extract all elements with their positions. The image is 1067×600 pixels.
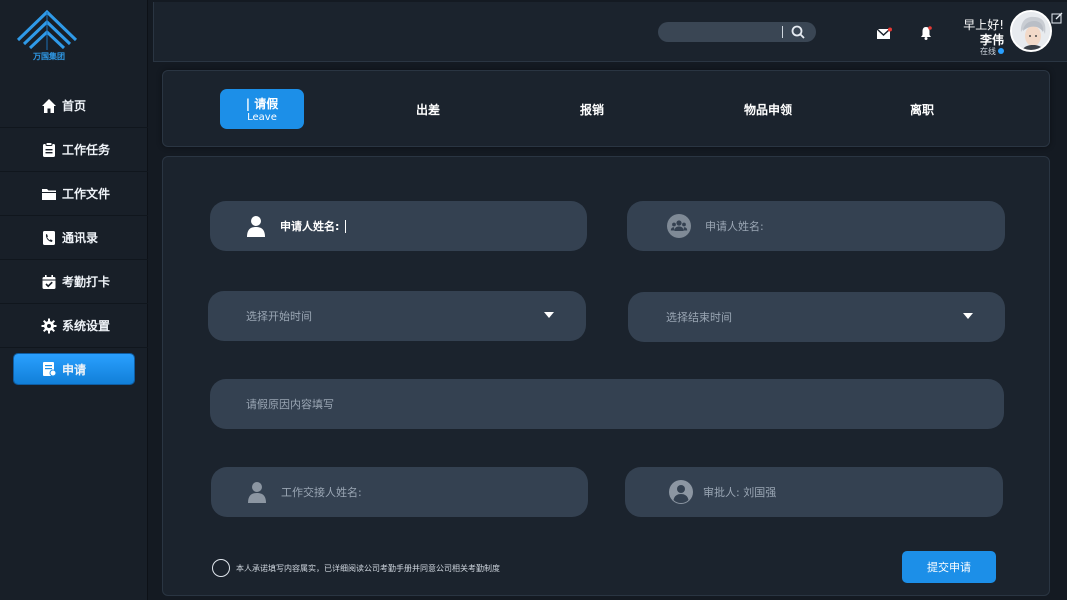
gear-icon [40,317,58,335]
tab-business-trip[interactable]: 出差 [403,89,453,129]
avatar[interactable] [1010,10,1052,52]
approver-field[interactable]: 审批人: 刘国强 [625,467,1003,517]
start-time-placeholder: 选择开始时间 [246,310,312,323]
search-icon[interactable] [790,24,806,44]
home-icon [40,97,58,115]
phone-book-icon [40,229,58,247]
handover-name-placeholder: 工作交接人姓名: [281,486,362,499]
sidebar-item-contacts[interactable]: 通讯录 [0,216,148,260]
sidebar-item-label: 申请 [62,362,87,377]
end-time-placeholder: 选择结束时间 [666,311,732,324]
sidebar-item-label: 考勤打卡 [62,275,111,289]
applicant-name-field[interactable]: 申请人姓名: [210,201,587,251]
agreement-text: 本人承诺填写内容属实，已详细阅读公司考勤手册并同意公司相关考勤制度 [236,563,500,573]
sidebar-item-files[interactable]: 工作文件 [0,172,148,216]
sidebar-item-tasks[interactable]: 工作任务 [0,128,148,172]
sidebar-item-label: 工作任务 [62,143,111,157]
clipboard-icon [40,141,58,159]
tab-sublabel: Leave [247,112,277,123]
user-icon [246,215,266,237]
search-input[interactable] [658,22,816,42]
online-status: 在线 [944,46,1004,57]
applicant-name-field-2[interactable]: 申请人姓名: [627,201,1005,251]
tab-reimbursement[interactable]: 报销 [567,89,617,129]
brand-name: 万国集团 [33,52,65,61]
mail-icon[interactable] [876,26,892,45]
sidebar-item-label: 系统设置 [62,319,111,333]
chevron-down-icon [963,313,973,319]
sidebar-item-label: 工作文件 [62,187,111,201]
search-divider [782,26,783,38]
top-header: 早上好! 李伟 在线 [153,2,1067,62]
applicant-name-placeholder: 申请人姓名: [705,220,764,233]
tab-item-request[interactable]: 物品申领 [733,89,803,129]
sidebar-item-attendance[interactable]: 考勤打卡 [0,260,148,304]
status-dot [998,48,1004,54]
approver-text: 审批人: 刘国强 [703,486,777,499]
agreement-row: 本人承诺填写内容属实，已详细阅读公司考勤手册并同意公司相关考勤制度 [212,559,500,577]
folder-icon [40,185,58,203]
company-logo: 万国集团 [14,6,84,62]
tab-label: 报销 [579,102,604,117]
chevron-down-icon [544,312,554,318]
applicant-name-label: 申请人姓名: [280,220,340,233]
leave-reason-input[interactable]: 请假原因内容填写 [210,379,1004,429]
submit-button[interactable]: 提交申请 [902,551,996,583]
start-time-select[interactable]: 选择开始时间 [208,291,586,341]
text-cursor [345,219,347,233]
sidebar-item-home[interactable]: 首页 [0,84,148,128]
request-type-tabs: | 请假 Leave 出差 报销 物品申领 离职 [162,70,1050,147]
tab-leave[interactable]: | 请假 Leave [220,89,304,129]
sidebar-item-label: 首页 [62,99,87,113]
logo-icon [16,9,78,50]
sidebar-item-label: 通讯录 [62,231,99,245]
calendar-check-icon [40,273,58,291]
sidebar: 万国集团 首页 工作任务 工作文件 通讯录 考勤打卡 系统设置 申请 [0,0,148,600]
online-status-label: 在线 [980,47,996,56]
avatar-image [1012,12,1050,50]
sidebar-item-apply[interactable]: 申请 [14,354,134,384]
tab-label: 离职 [909,102,934,117]
user-icon [247,481,267,503]
end-time-select[interactable]: 选择结束时间 [628,292,1005,342]
tab-label: | 请假 [245,97,279,111]
tab-resignation[interactable]: 离职 [897,89,947,129]
group-icon [667,214,691,238]
form-icon [40,360,58,378]
agreement-radio[interactable] [212,559,230,577]
tab-label: 物品申领 [743,102,792,117]
handover-name-field[interactable]: 工作交接人姓名: [211,467,588,517]
user-circle-icon [669,480,693,504]
leave-reason-placeholder: 请假原因内容填写 [246,398,334,411]
edit-profile-icon[interactable] [1051,9,1063,28]
bell-icon[interactable] [918,25,934,45]
sidebar-item-settings[interactable]: 系统设置 [0,304,148,348]
sidebar-nav: 首页 工作任务 工作文件 通讯录 考勤打卡 系统设置 申请 [0,84,148,390]
tab-label: 出差 [415,102,440,117]
